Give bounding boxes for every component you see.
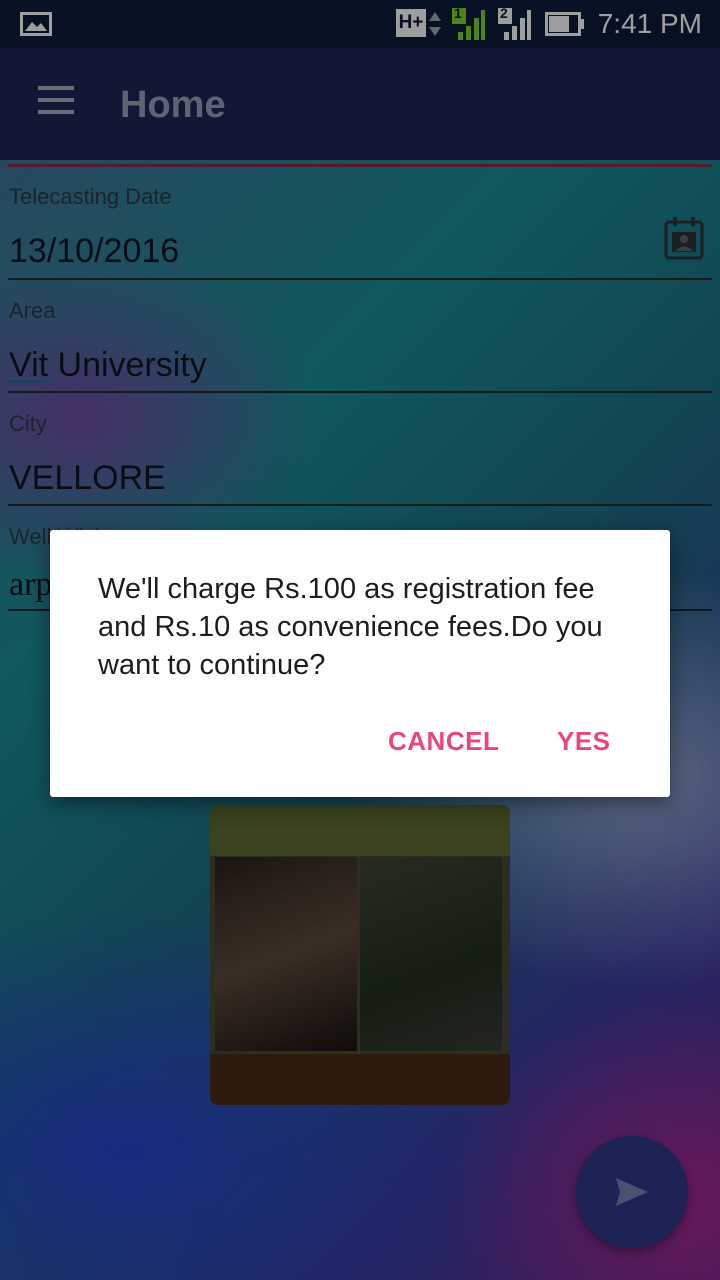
dialog-message: We'll charge Rs.100 as registration fee … (98, 573, 603, 681)
send-button[interactable] (576, 1136, 688, 1248)
cancel-button[interactable]: CANCEL (388, 726, 499, 757)
send-icon (616, 1178, 648, 1206)
confirmation-dialog: We'll charge Rs.100 as registration fee … (50, 530, 670, 797)
yes-button[interactable]: YES (557, 726, 611, 757)
